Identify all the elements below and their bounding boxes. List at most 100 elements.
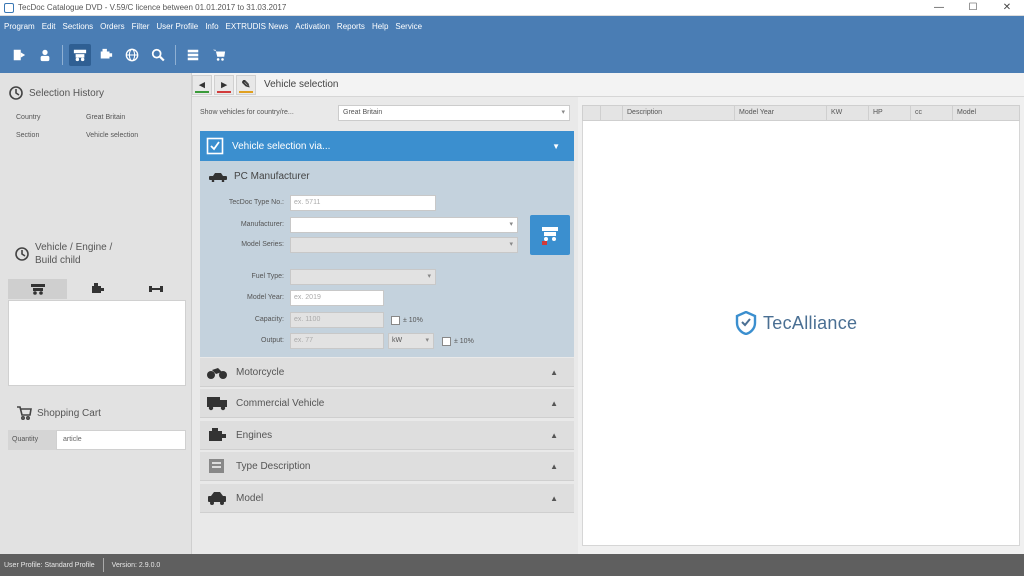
window-controls: — ☐ ✕ xyxy=(922,0,1024,16)
results-table-body[interactable]: TecAlliance xyxy=(582,121,1020,546)
column-header-description[interactable]: Description xyxy=(623,106,735,120)
menu-edit[interactable]: Edit xyxy=(42,22,56,31)
chevron-down-icon: ▾ xyxy=(509,221,513,228)
status-bar: User Profile: Standard Profile Version: … xyxy=(0,554,1024,576)
column-header-cc[interactable]: cc xyxy=(911,106,953,120)
tab-vehicle[interactable] xyxy=(8,279,68,299)
zoom-button[interactable] xyxy=(147,44,169,66)
chevron-down-icon: ▾ xyxy=(425,337,429,344)
chevron-up-icon: ▲ xyxy=(550,493,558,503)
toolbar-separator xyxy=(62,44,63,65)
chevron-down-icon: ▾ xyxy=(427,273,431,280)
cart-entry-row: Quantity article xyxy=(8,430,186,450)
chevron-down-icon: ▾ xyxy=(561,109,565,116)
close-button[interactable]: ✕ xyxy=(990,0,1024,16)
output-unit-value: kW xyxy=(392,337,403,344)
vehicle-search-icon xyxy=(30,284,45,295)
menu-program[interactable]: Program xyxy=(4,22,35,31)
cart-button[interactable] xyxy=(208,44,230,66)
output-input[interactable]: ex. 77 xyxy=(290,333,384,349)
forward-button[interactable]: ▸ xyxy=(214,74,234,95)
menu-orders[interactable]: Orders xyxy=(100,22,124,31)
window-title: TecDoc Catalogue DVD - V.59/C licence be… xyxy=(18,3,287,12)
list-button[interactable] xyxy=(182,44,204,66)
menu-info[interactable]: Info xyxy=(205,22,218,31)
column-header-icon[interactable] xyxy=(601,106,623,120)
back-button[interactable]: ◂ xyxy=(192,74,212,95)
chevron-down-icon: ▼ xyxy=(552,141,560,151)
results-table-header: Description Model Year KW HP cc Model xyxy=(582,105,1020,121)
accordion-type-description[interactable]: Type Description ▲ xyxy=(200,452,574,481)
status-version: Version: 2.9.0.0 xyxy=(111,561,161,569)
country-value: Great Britain xyxy=(343,109,383,116)
accordion-label: Type Description xyxy=(236,460,311,472)
accordion-model[interactable]: Model ▲ xyxy=(200,484,574,513)
model-series-select[interactable]: ▾ xyxy=(290,237,518,253)
column-header-select[interactable] xyxy=(583,106,601,120)
back-arrow-icon: ◂ xyxy=(199,79,205,91)
vehicle-search-button[interactable] xyxy=(530,215,570,255)
menu-help[interactable]: Help xyxy=(372,22,388,31)
menu-sections[interactable]: Sections xyxy=(62,22,93,31)
vehicle-engine-header: Vehicle / Engine / Build child xyxy=(14,241,184,267)
accordion-label: Model xyxy=(236,492,264,504)
tab-engine[interactable] xyxy=(67,279,126,299)
menu-reports[interactable]: Reports xyxy=(337,22,365,31)
engine-button[interactable] xyxy=(95,44,117,66)
vehicle-search-button[interactable] xyxy=(69,43,91,66)
engine-icon xyxy=(209,428,226,441)
cart-quantity-label: Quantity xyxy=(8,430,56,450)
forward-arrow-icon: ▸ xyxy=(221,79,227,91)
globe-button[interactable] xyxy=(121,44,143,66)
manufacturer-label: Manufacturer: xyxy=(240,221,284,228)
country-select[interactable]: Great Britain ▾ xyxy=(338,105,570,121)
fuel-type-select[interactable]: ▾ xyxy=(290,269,436,285)
history-row[interactable]: Section Vehicle selection xyxy=(16,132,138,139)
vehicle-list[interactable] xyxy=(8,300,186,386)
column-header-model[interactable]: Model xyxy=(953,106,1019,120)
model-year-input[interactable]: ex. 2019 xyxy=(290,290,384,306)
maximize-button[interactable]: ☐ xyxy=(956,0,990,16)
edit-button[interactable]: ✎ xyxy=(236,74,256,95)
column-header-hp[interactable]: HP xyxy=(869,106,911,120)
type-no-input[interactable]: ex. 5711 xyxy=(290,195,436,211)
selection-history-header: Selection History xyxy=(8,85,104,101)
tab-axle[interactable] xyxy=(127,279,186,299)
history-row[interactable]: Country Great Britain xyxy=(16,114,125,121)
output-label: Output: xyxy=(261,337,284,344)
menu-activation[interactable]: Activation xyxy=(295,22,330,31)
menu-service[interactable]: Service xyxy=(395,22,422,31)
output-tolerance-checkbox[interactable] xyxy=(442,337,451,346)
title-bar: TecDoc Catalogue DVD - V.59/C licence be… xyxy=(0,0,1024,16)
capacity-input[interactable]: ex. 1100 xyxy=(290,312,384,328)
toolbar xyxy=(0,36,1024,73)
accordion-engines[interactable]: Engines ▲ xyxy=(200,421,574,450)
shopping-cart-title: Shopping Cart xyxy=(37,407,101,419)
cart-article-input[interactable]: article xyxy=(56,430,186,450)
exit-button[interactable] xyxy=(8,44,30,66)
menu-news[interactable]: EXTRUDIS News xyxy=(226,22,289,31)
vehicle-search-icon xyxy=(542,227,558,245)
cart-icon xyxy=(212,49,226,61)
vehicle-search-icon xyxy=(73,49,87,61)
menu-filter[interactable]: Filter xyxy=(132,22,150,31)
column-header-model-year[interactable]: Model Year xyxy=(735,106,827,120)
manufacturer-select[interactable]: ▾ xyxy=(290,217,518,233)
zoom-icon xyxy=(151,48,165,61)
motorcycle-icon xyxy=(207,368,227,379)
car-model-icon xyxy=(208,492,226,505)
accordion-commercial-vehicle[interactable]: Commercial Vehicle ▲ xyxy=(200,389,574,418)
column-header-kw[interactable]: KW xyxy=(827,106,869,120)
capacity-tolerance-checkbox[interactable] xyxy=(391,316,400,325)
fuel-type-label: Fuel Type: xyxy=(251,273,284,280)
edit-indicator xyxy=(239,90,253,93)
menu-user-profile[interactable]: User Profile xyxy=(156,22,198,31)
minimize-button[interactable]: — xyxy=(922,0,956,16)
engine-icon xyxy=(100,48,113,58)
vehicle-selection-accordion-header[interactable]: Vehicle selection via... ▼ xyxy=(200,131,574,161)
user-button[interactable] xyxy=(34,44,56,66)
accordion-motorcycle[interactable]: Motorcycle ▲ xyxy=(200,358,574,387)
output-unit-select[interactable]: kW ▾ xyxy=(388,333,434,349)
type-no-placeholder: ex. 5711 xyxy=(294,199,321,206)
navigation-strip: ◂ ▸ ✎ Vehicle selection xyxy=(192,73,1024,97)
